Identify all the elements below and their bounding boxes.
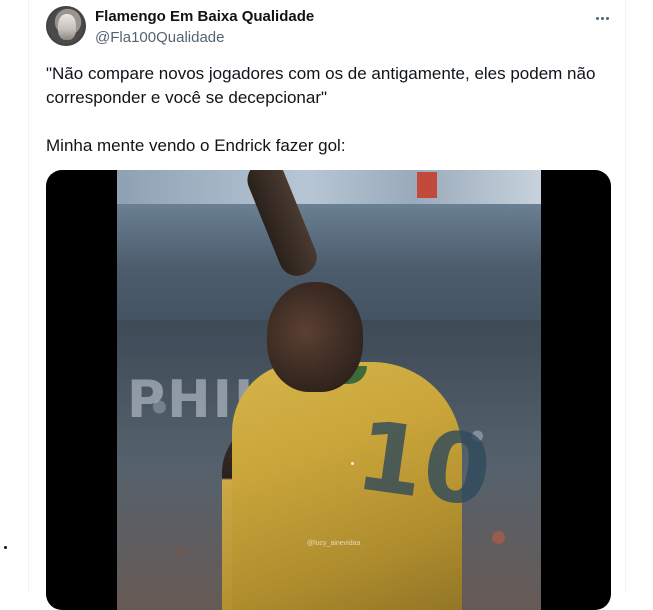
avatar-frame <box>46 6 86 46</box>
tweet-paragraph-caption: Minha mente vendo o Endrick fazer gol: <box>46 136 346 155</box>
video-frame: PHILI 10 @lucy_ainevidaa <box>117 170 541 610</box>
stray-dot <box>4 546 7 549</box>
sparkle <box>351 462 354 465</box>
more-horizontal-icon-dot <box>605 16 609 20</box>
video-watermark: @lucy_ainevidaa <box>307 540 361 547</box>
more-options-button[interactable] <box>590 8 614 28</box>
tweet-card[interactable]: Flamengo Em Baixa Qualidade @Fla100Quali… <box>28 0 626 610</box>
jersey-number: 10 <box>349 399 498 529</box>
author-display-name[interactable]: Flamengo Em Baixa Qualidade <box>95 8 314 25</box>
more-horizontal-icon <box>595 16 599 20</box>
avatar[interactable] <box>46 6 86 46</box>
tweet-media-video[interactable]: PHILI 10 @lucy_ainevidaa <box>46 170 611 610</box>
stadium-banner <box>117 170 541 204</box>
author-handle[interactable]: @Fla100Qualidade <box>95 29 224 46</box>
more-horizontal-icon-dot <box>600 16 604 20</box>
tweet-text: "Não compare novos jogadores com os de a… <box>46 62 616 182</box>
player-head <box>267 282 363 392</box>
tweet-paragraph-quote: "Não compare novos jogadores com os de a… <box>46 64 596 107</box>
